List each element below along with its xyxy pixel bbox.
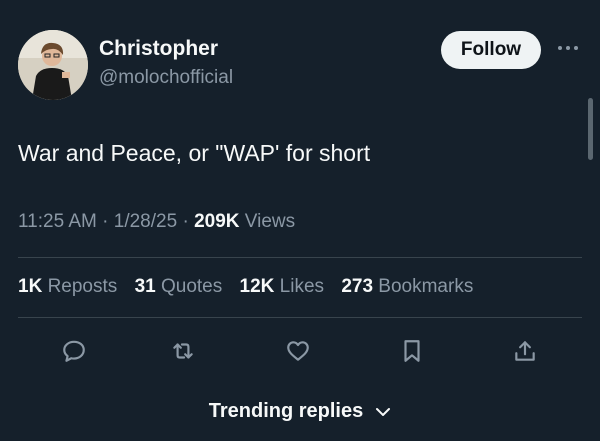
views-label[interactable]: Views bbox=[245, 211, 295, 232]
views-count[interactable]: 209K bbox=[194, 211, 239, 232]
share-icon[interactable] bbox=[510, 336, 540, 366]
reply-icon[interactable] bbox=[59, 336, 89, 366]
chevron-down-icon bbox=[375, 407, 391, 417]
meta-separator: · bbox=[102, 211, 114, 232]
divider bbox=[18, 317, 582, 318]
bookmarks-stat[interactable]: 273 Bookmarks bbox=[341, 276, 473, 297]
engagement-stats: 1K Reposts 31 Quotes 12K Likes 273 Bookm… bbox=[18, 276, 485, 298]
more-options-icon[interactable] bbox=[556, 38, 580, 58]
avatar-image bbox=[18, 30, 88, 100]
follow-button[interactable]: Follow bbox=[441, 31, 541, 69]
tweet-text: War and Peace, or "WAP' for short bbox=[18, 140, 371, 166]
trending-replies-toggle[interactable]: Trending replies bbox=[0, 400, 600, 423]
author-name[interactable]: Christopher bbox=[99, 37, 218, 61]
likes-stat[interactable]: 12K Likes bbox=[240, 276, 325, 297]
tweet-meta: 11:25 AM · 1/28/25 · 209K Views bbox=[18, 211, 295, 233]
bookmark-icon[interactable] bbox=[397, 336, 427, 366]
avatar[interactable] bbox=[18, 30, 88, 100]
trending-replies-label: Trending replies bbox=[208, 400, 364, 422]
reposts-stat[interactable]: 1K Reposts bbox=[18, 276, 117, 297]
like-icon[interactable] bbox=[283, 336, 313, 366]
scrollbar[interactable] bbox=[588, 98, 593, 160]
meta-separator: · bbox=[182, 211, 195, 232]
tweet-date[interactable]: 1/28/25 bbox=[114, 211, 177, 232]
repost-icon[interactable] bbox=[168, 336, 198, 366]
author-handle[interactable]: @molochofficial bbox=[99, 67, 233, 89]
tweet-time[interactable]: 11:25 AM bbox=[18, 211, 97, 232]
quotes-stat[interactable]: 31 Quotes bbox=[135, 276, 223, 297]
divider bbox=[18, 257, 582, 258]
